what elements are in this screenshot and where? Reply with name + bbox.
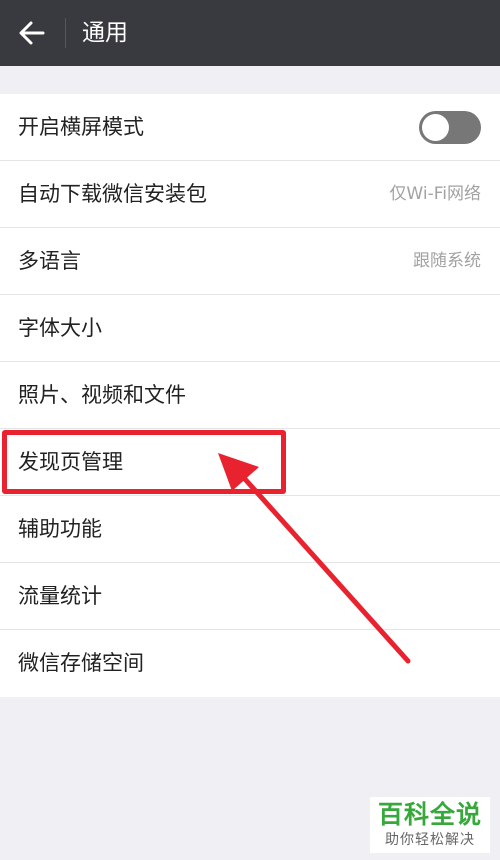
setting-value: 仅Wi-Fi网络 (389, 184, 481, 204)
setting-label: 多语言 (18, 249, 81, 273)
setting-label: 发现页管理 (18, 450, 123, 474)
setting-auto-download[interactable]: 自动下载微信安装包 仅Wi-Fi网络 (0, 161, 500, 228)
watermark-logo: 百科全说 助你轻松解决 (370, 797, 490, 853)
setting-label: 辅助功能 (18, 517, 102, 541)
landscape-toggle[interactable] (419, 111, 481, 144)
watermark-title: 百科全说 (377, 800, 482, 829)
setting-discover-management[interactable]: 发现页管理 (0, 429, 500, 496)
title-bar: 通用 (0, 0, 500, 66)
header-divider (65, 18, 66, 48)
setting-label: 自动下载微信安装包 (18, 182, 207, 206)
setting-storage[interactable]: 微信存储空间 (0, 630, 500, 697)
back-button[interactable] (0, 0, 64, 66)
setting-label: 照片、视频和文件 (18, 383, 186, 407)
setting-label: 流量统计 (18, 584, 102, 608)
settings-list: 开启横屏模式 自动下载微信安装包 仅Wi-Fi网络 多语言 跟随系统 字体大小 … (0, 94, 500, 697)
setting-media-files[interactable]: 照片、视频和文件 (0, 362, 500, 429)
setting-accessibility[interactable]: 辅助功能 (0, 496, 500, 563)
arrow-left-icon (19, 21, 45, 45)
setting-label: 微信存储空间 (18, 651, 144, 675)
watermark-subtitle: 助你轻松解决 (385, 832, 475, 848)
setting-label: 开启横屏模式 (18, 115, 144, 139)
setting-font-size[interactable]: 字体大小 (0, 295, 500, 362)
setting-value: 跟随系统 (413, 251, 481, 271)
setting-language[interactable]: 多语言 跟随系统 (0, 228, 500, 295)
toggle-knob (422, 114, 449, 141)
setting-landscape-mode[interactable]: 开启横屏模式 (0, 94, 500, 161)
setting-traffic-stats[interactable]: 流量统计 (0, 563, 500, 630)
page-title: 通用 (82, 20, 128, 46)
setting-label: 字体大小 (18, 316, 102, 340)
